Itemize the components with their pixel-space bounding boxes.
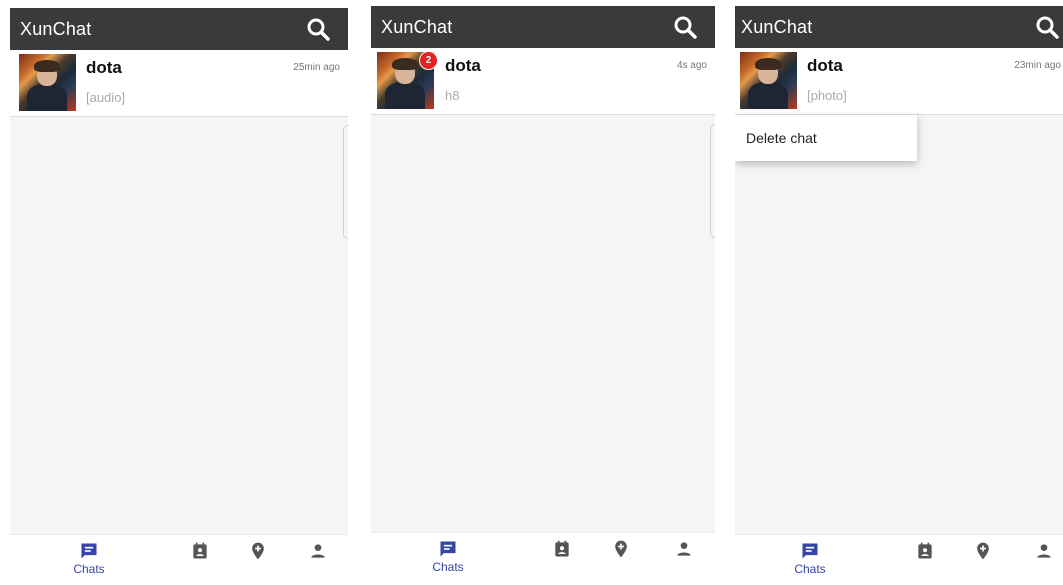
person-icon — [1037, 544, 1051, 558]
app-bar: XunChat — [10, 8, 348, 50]
contacts-icon — [555, 540, 569, 557]
scroll-handle[interactable] — [343, 125, 348, 239]
app-title: XunChat — [741, 17, 813, 37]
nav-chats-label: Chats — [73, 562, 105, 576]
chat-list-item[interactable]: dota 23min ago [photo] — [735, 48, 1063, 115]
avatar — [19, 54, 76, 111]
chat-preview: [photo] — [807, 88, 847, 103]
bottom-nav: Chats — [735, 534, 1063, 585]
nav-chats-label: Chats — [432, 560, 464, 574]
search-icon[interactable] — [1035, 15, 1059, 39]
scroll-handle[interactable] — [710, 124, 715, 238]
chat-icon — [81, 543, 97, 559]
menu-item-delete-chat[interactable]: Delete chat — [746, 130, 817, 146]
contacts-icon — [918, 542, 932, 559]
nav-profile[interactable] — [664, 539, 704, 579]
chat-icon — [802, 543, 818, 559]
chat-preview: h8 — [445, 88, 460, 103]
nav-chats-label: Chats — [794, 562, 826, 576]
chat-list-item[interactable]: 2 dota 4s ago h8 — [371, 48, 715, 115]
app-title: XunChat — [20, 19, 92, 39]
nav-chats[interactable]: Chats — [428, 539, 468, 579]
nav-profile[interactable] — [1024, 541, 1063, 581]
phone-screen-1: XunChat dota 25min ago [audio] Chats — [10, 8, 348, 585]
nav-location[interactable] — [963, 541, 1003, 581]
chat-name: dota — [86, 58, 122, 77]
phone-screen-2: XunChat 2 dota 4s ago h8 Chats — [371, 6, 715, 583]
contacts-icon — [193, 542, 207, 559]
nav-chats[interactable]: Chats — [790, 541, 830, 581]
context-menu: Delete chat — [735, 115, 917, 161]
location-pin-icon — [252, 542, 264, 560]
bottom-nav: Chats — [371, 532, 715, 583]
search-icon[interactable] — [673, 15, 697, 39]
chat-name: dota — [807, 56, 843, 75]
unread-badge: 2 — [419, 51, 438, 70]
nav-location[interactable] — [238, 541, 278, 581]
chat-time: 23min ago — [1014, 60, 1061, 71]
person-icon — [311, 544, 325, 558]
search-icon[interactable] — [306, 17, 330, 41]
person-icon — [677, 542, 691, 556]
chat-preview: [audio] — [86, 90, 126, 105]
bottom-nav: Chats — [10, 534, 348, 585]
chat-list-item[interactable]: dota 25min ago [audio] — [10, 50, 348, 117]
location-pin-icon — [615, 540, 627, 558]
location-pin-icon — [977, 542, 989, 560]
chat-name: dota — [445, 56, 481, 75]
nav-chats[interactable]: Chats — [69, 541, 109, 581]
app-title: XunChat — [381, 17, 453, 37]
nav-contacts[interactable] — [542, 539, 582, 579]
app-bar: XunChat — [735, 6, 1063, 48]
phone-screen-3: XunChat dota 23min ago [photo] Delete ch… — [735, 6, 1063, 585]
chat-icon — [440, 541, 456, 557]
chat-time: 25min ago — [293, 62, 340, 73]
app-bar: XunChat — [371, 6, 715, 48]
chat-time: 4s ago — [676, 60, 707, 71]
nav-location[interactable] — [601, 539, 641, 579]
avatar — [740, 52, 797, 109]
nav-profile[interactable] — [298, 541, 338, 581]
nav-contacts[interactable] — [905, 541, 945, 581]
nav-contacts[interactable] — [180, 541, 220, 581]
